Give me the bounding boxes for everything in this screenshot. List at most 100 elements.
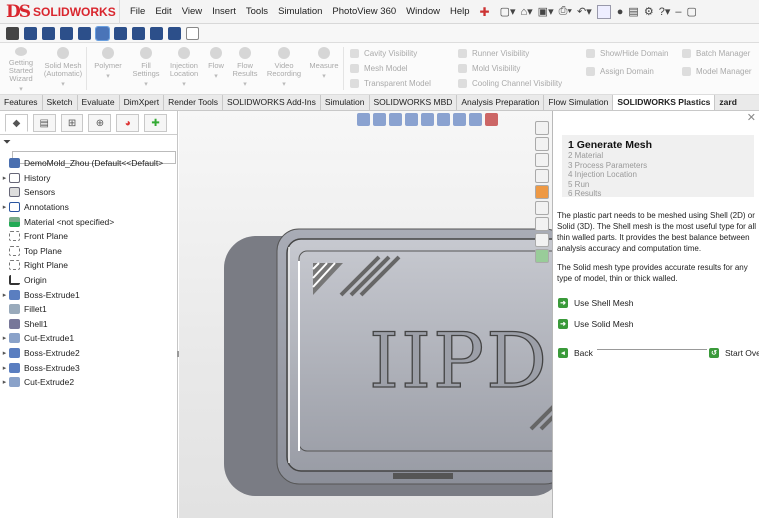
tree-node[interactable]: DemoMold_Zhou (Default<<Default> — [0, 156, 178, 171]
getting-started-wizard-button[interactable]: Getting Started Wizard ▾ — [0, 43, 42, 94]
menu-window[interactable]: Window — [406, 6, 440, 17]
step-injection-location[interactable]: 4 Injection Location — [568, 170, 748, 180]
runner-visibility-button[interactable]: Runner Visibility — [458, 47, 578, 61]
solidworks-resources-icon[interactable] — [535, 233, 549, 247]
tree-node[interactable]: Top Plane — [0, 244, 178, 259]
expand-arrow-icon[interactable]: ▸ — [0, 349, 9, 357]
tree-node[interactable]: ▸ History — [0, 171, 178, 186]
tree-node[interactable]: ▸ Annotations — [0, 200, 178, 215]
expand-arrow-icon[interactable]: ▸ — [0, 364, 9, 372]
home-icon[interactable] — [535, 121, 549, 135]
video-recording-button[interactable]: Video Recording ▾ — [261, 43, 307, 94]
tab-sketch[interactable]: Sketch — [43, 95, 78, 110]
toolbar-icon-4[interactable] — [78, 26, 91, 40]
mold-visibility-button[interactable]: Mold Visibility — [458, 62, 578, 76]
expand-arrow-icon[interactable]: ▸ — [0, 291, 9, 299]
menu-help[interactable]: Help — [450, 6, 470, 17]
plastics-manager-tab[interactable]: ✚ — [144, 114, 167, 132]
flow-results-button[interactable]: Flow Results ▾ — [229, 43, 261, 94]
forum-icon[interactable] — [535, 217, 549, 231]
fill-settings-button[interactable]: Fill Settings ▾ — [127, 43, 165, 94]
anchor-icon[interactable] — [6, 26, 19, 40]
tab-analysis-preparation[interactable]: Analysis Preparation — [457, 95, 545, 110]
tree-node[interactable]: ▸ Boss-Extrude2 — [0, 346, 178, 361]
use-solid-mesh-button[interactable]: ➜ Use Solid Mesh — [558, 319, 634, 329]
tree-node[interactable]: Fillet1 — [0, 302, 178, 317]
new-document-icon[interactable]: ▢▾ — [500, 5, 516, 18]
toolbar-icon-5[interactable] — [95, 25, 110, 41]
step-material[interactable]: 2 Material — [568, 151, 748, 161]
tab-solidworks-addins[interactable]: SOLIDWORKS Add-Ins — [223, 95, 321, 110]
show-hide-domain-button[interactable]: Show/Hide Domain — [586, 46, 674, 60]
tree-node[interactable]: Shell1 — [0, 317, 178, 332]
tab-wizard-partial[interactable]: zard — [715, 95, 740, 110]
tab-solidworks-mbd[interactable]: SOLIDWORKS MBD — [370, 95, 458, 110]
expand-arrow-icon[interactable]: ▸ — [0, 174, 9, 182]
tree-node[interactable]: Sensors — [0, 185, 178, 200]
toolbar-icon-3[interactable] — [60, 26, 73, 40]
tree-node[interactable]: Origin — [0, 273, 178, 288]
step-run[interactable]: 5 Run — [568, 180, 748, 190]
polymer-button[interactable]: Polymer ▾ — [89, 43, 127, 94]
menu-view[interactable]: View — [182, 6, 202, 17]
menu-tools[interactable]: Tools — [246, 6, 268, 17]
tree-node[interactable]: ▸ Boss-Extrude1 — [0, 287, 178, 302]
tab-features[interactable]: Features — [0, 95, 43, 110]
toolbar-icon-9[interactable] — [168, 26, 181, 40]
toolbar-icon-8[interactable] — [150, 26, 163, 40]
feature-tree-tab[interactable]: ◆ — [5, 114, 28, 132]
expand-arrow-icon[interactable]: ▸ — [0, 334, 9, 342]
measure-button[interactable]: Measure ▾ — [307, 43, 341, 94]
close-icon[interactable]: ✕ — [747, 111, 756, 124]
tree-node[interactable]: Front Plane — [0, 229, 178, 244]
step-results[interactable]: 6 Results — [568, 189, 748, 199]
menu-insert[interactable]: Insert — [212, 6, 236, 17]
custom-properties-icon[interactable] — [535, 201, 549, 215]
graphics-viewport[interactable]: IIPD — [179, 111, 552, 518]
save-icon[interactable]: ▣▾ — [538, 5, 554, 18]
tab-evaluate[interactable]: Evaluate — [78, 95, 120, 110]
tree-node[interactable]: ▸ Cut-Extrude2 — [0, 375, 178, 390]
rebuild-icon[interactable]: ● — [617, 6, 624, 18]
configuration-manager-tab[interactable]: ⊞ — [60, 114, 84, 132]
batch-manager-button[interactable]: Batch Manager — [682, 46, 754, 60]
tree-node[interactable]: Material <not specified> — [0, 214, 178, 229]
menu-file[interactable]: File — [130, 6, 145, 17]
pencil-icon[interactable] — [186, 26, 199, 40]
expand-arrow-icon[interactable]: ▸ — [0, 378, 9, 386]
design-library-icon[interactable] — [535, 137, 549, 151]
filter-icon[interactable]: ⏷ — [3, 137, 11, 148]
flow-button[interactable]: Flow ▾ — [203, 43, 229, 94]
file-properties-icon[interactable]: ▤ — [628, 5, 638, 18]
menu-photoview[interactable]: PhotoView 360 — [332, 6, 396, 17]
mesh-model-button[interactable]: Mesh Model — [350, 62, 450, 76]
open-icon[interactable]: ⌂▾ — [521, 5, 533, 18]
toolbar-icon-7[interactable] — [132, 26, 145, 40]
options-icon[interactable]: ⚙ — [644, 5, 654, 18]
dimxpert-tab[interactable]: ⊕ — [88, 114, 112, 132]
start-over-button[interactable]: ↺ Start Over — [709, 348, 759, 358]
expand-arrow-icon[interactable]: ▸ — [0, 203, 9, 211]
tab-dimxpert[interactable]: DimXpert — [120, 95, 165, 110]
assign-domain-button[interactable]: Assign Domain — [586, 64, 674, 78]
restore-icon[interactable]: ▢ — [686, 5, 696, 18]
tab-simulation[interactable]: Simulation — [321, 95, 370, 110]
tree-node[interactable]: ▸ Cut-Extrude1 — [0, 331, 178, 346]
tab-render-tools[interactable]: Render Tools — [164, 95, 224, 110]
solid-mesh-button[interactable]: Solid Mesh (Automatic) ▾ — [42, 43, 84, 94]
toolbar-icon-2[interactable] — [42, 26, 55, 40]
tab-solidworks-plastics[interactable]: SOLIDWORKS Plastics — [613, 95, 716, 110]
menu-edit[interactable]: Edit — [155, 6, 171, 17]
injection-location-button[interactable]: Injection Location ▾ — [165, 43, 203, 94]
tree-node[interactable]: ▸ Boss-Extrude3 — [0, 360, 178, 375]
use-shell-mesh-button[interactable]: ➜ Use Shell Mesh — [558, 298, 634, 308]
back-button[interactable]: ◂ Back — [558, 348, 593, 358]
print-icon[interactable]: ⎙▾ — [559, 5, 572, 18]
minimize-icon[interactable]: – — [675, 6, 681, 18]
property-manager-tab[interactable]: ▤ — [32, 114, 56, 132]
appearances-icon[interactable] — [535, 185, 549, 199]
select-icon[interactable] — [596, 4, 611, 19]
display-manager-tab[interactable]: ◕ — [116, 114, 140, 132]
model-manager-button[interactable]: Model Manager — [682, 64, 754, 78]
file-explorer-icon[interactable] — [535, 153, 549, 167]
